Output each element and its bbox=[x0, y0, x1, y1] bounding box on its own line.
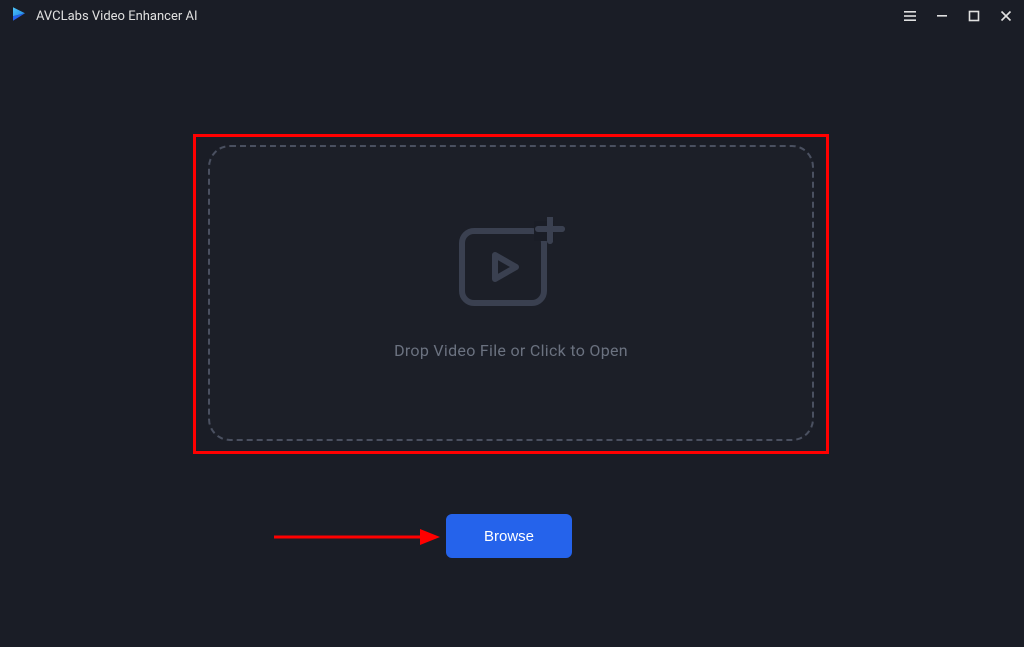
browse-button-label: Browse bbox=[484, 528, 534, 545]
minimize-button[interactable] bbox=[934, 8, 950, 24]
close-button[interactable] bbox=[998, 8, 1014, 24]
maximize-icon bbox=[968, 10, 980, 22]
menu-button[interactable] bbox=[902, 8, 918, 24]
app-title: AVCLabs Video Enhancer AI bbox=[36, 9, 198, 24]
titlebar: AVCLabs Video Enhancer AI bbox=[0, 0, 1024, 32]
video-dropzone[interactable]: Drop Video File or Click to Open bbox=[208, 145, 814, 441]
titlebar-left: AVCLabs Video Enhancer AI bbox=[10, 5, 198, 27]
main-content: Drop Video File or Click to Open Browse bbox=[0, 32, 1024, 647]
play-logo-icon bbox=[10, 5, 28, 27]
close-icon bbox=[1000, 10, 1012, 22]
dropzone-text: Drop Video File or Click to Open bbox=[394, 341, 628, 360]
menu-icon bbox=[903, 9, 917, 23]
maximize-button[interactable] bbox=[966, 8, 982, 24]
minimize-icon bbox=[936, 10, 948, 22]
video-add-icon bbox=[456, 217, 566, 313]
window-controls bbox=[902, 8, 1014, 24]
browse-button[interactable]: Browse bbox=[446, 514, 572, 558]
annotation-arrow-icon bbox=[272, 522, 442, 556]
